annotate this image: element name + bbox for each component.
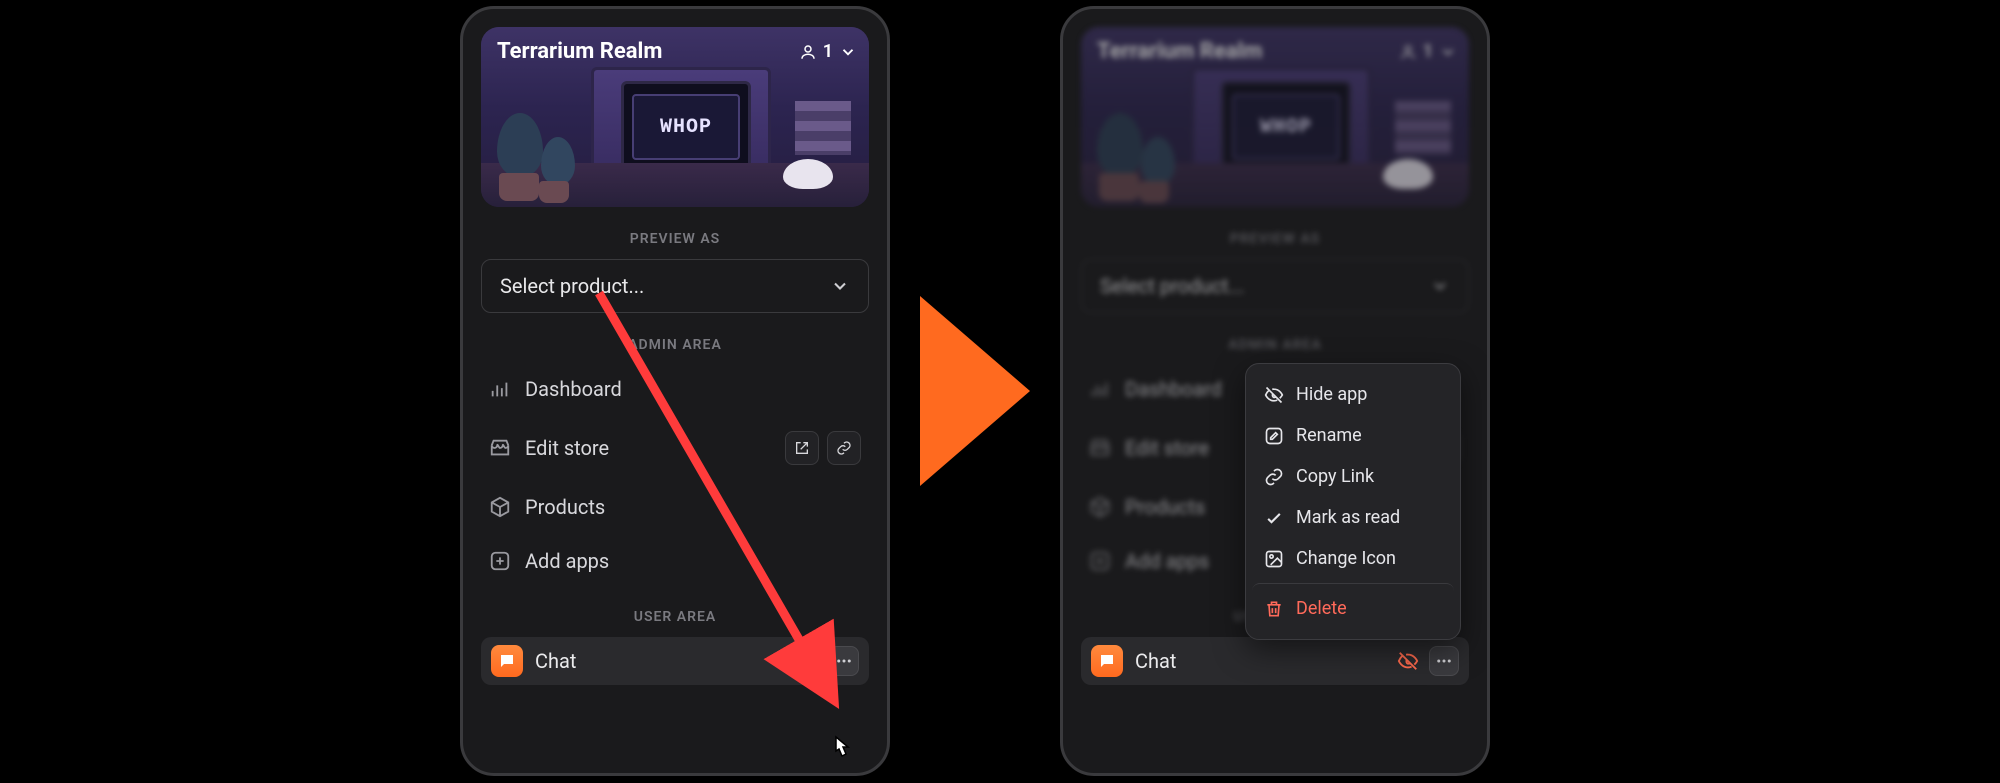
ctx-label: Copy Link	[1296, 466, 1374, 487]
community-header-card[interactable]: WHOP Terrarium Realm 1	[1081, 27, 1469, 207]
eye-off-icon	[797, 650, 819, 672]
link-icon	[1264, 467, 1284, 487]
nav-dashboard[interactable]: Dashboard	[481, 365, 869, 413]
cube-icon	[1089, 496, 1111, 518]
storefront-icon	[1089, 437, 1111, 459]
chevron-down-icon	[1439, 43, 1457, 61]
storefront-icon	[489, 437, 511, 459]
more-horizontal-icon	[835, 652, 853, 670]
chevron-down-icon	[839, 43, 857, 61]
trash-icon	[1264, 599, 1284, 619]
check-icon	[1264, 508, 1284, 528]
nav-label: Edit store	[1125, 436, 1209, 460]
chat-app-icon	[491, 645, 523, 677]
transition-arrow-icon	[920, 296, 1030, 486]
community-header-card[interactable]: WHOP Terrarium Realm 1	[481, 27, 869, 207]
hidden-indicator-icon	[1397, 650, 1419, 672]
admin-section-label: ADMIN AREA	[1081, 337, 1469, 353]
nav-label: Add apps	[525, 549, 609, 573]
ctx-rename[interactable]: Rename	[1252, 415, 1454, 456]
brand-logo: WHOP	[1232, 94, 1340, 160]
select-placeholder: Select product...	[1100, 274, 1244, 298]
nav-edit-store[interactable]: Edit store	[481, 419, 869, 477]
link-icon	[836, 440, 852, 456]
chat-label: Chat	[1135, 649, 1176, 673]
image-icon	[1264, 549, 1284, 569]
member-count: 1	[823, 41, 833, 62]
nav-add-apps[interactable]: Add apps	[481, 537, 869, 585]
sidebar-panel-before: WHOP Terrarium Realm 1 PREVIEW AS Select…	[460, 6, 890, 776]
chevron-down-icon	[1430, 276, 1450, 296]
person-icon	[1399, 43, 1417, 61]
community-title: Terrarium Realm	[497, 39, 662, 64]
more-horizontal-icon	[1435, 652, 1453, 670]
select-placeholder: Select product...	[500, 274, 644, 298]
hidden-indicator-icon	[797, 650, 819, 672]
bar-chart-icon	[489, 378, 511, 400]
chat-app-icon	[1091, 645, 1123, 677]
chat-label: Chat	[535, 649, 576, 673]
ctx-hide-app[interactable]: Hide app	[1252, 374, 1454, 415]
ctx-label: Rename	[1296, 425, 1362, 446]
app-more-button[interactable]	[829, 646, 859, 676]
plus-square-icon	[489, 550, 511, 572]
eye-off-icon	[1397, 650, 1419, 672]
chevron-down-icon	[830, 276, 850, 296]
user-app-chat[interactable]: Chat	[481, 637, 869, 685]
brand-logo: WHOP	[632, 94, 740, 160]
person-icon	[799, 43, 817, 61]
sidebar-panel-after: WHOP Terrarium Realm 1 PREVIEW AS	[1060, 6, 1490, 776]
preview-product-select[interactable]: Select product...	[1081, 259, 1469, 313]
pencil-icon	[1264, 426, 1284, 446]
ctx-label: Change Icon	[1296, 548, 1396, 569]
nav-label: Dashboard	[1125, 377, 1222, 401]
nav-label: Edit store	[525, 436, 609, 460]
nav-label: Add apps	[1125, 549, 1209, 573]
copy-link-button[interactable]	[827, 431, 861, 465]
member-count-dropdown[interactable]: 1	[1399, 41, 1457, 62]
eye-off-icon	[1264, 385, 1284, 405]
plus-square-icon	[1089, 550, 1111, 572]
ctx-delete[interactable]: Delete	[1252, 583, 1454, 629]
ctx-label: Delete	[1296, 598, 1347, 619]
ctx-label: Hide app	[1296, 384, 1367, 405]
nav-label: Products	[1125, 495, 1205, 519]
nav-label: Dashboard	[525, 377, 622, 401]
cursor-pointer-icon	[827, 733, 857, 767]
nav-label: Products	[525, 495, 605, 519]
cube-icon	[489, 496, 511, 518]
member-count: 1	[1423, 41, 1433, 62]
speech-bubble-icon	[1098, 652, 1116, 670]
external-link-icon	[794, 440, 810, 456]
community-title: Terrarium Realm	[1097, 39, 1262, 64]
admin-section-label: ADMIN AREA	[481, 337, 869, 353]
bar-chart-icon	[1089, 378, 1111, 400]
open-external-button[interactable]	[785, 431, 819, 465]
app-more-button[interactable]	[1429, 646, 1459, 676]
user-app-chat[interactable]: Chat	[1081, 637, 1469, 685]
ctx-mark-read[interactable]: Mark as read	[1252, 497, 1454, 538]
preview-section-label: PREVIEW AS	[481, 231, 869, 247]
nav-products[interactable]: Products	[481, 483, 869, 531]
user-section-label: USER AREA	[481, 609, 869, 625]
preview-product-select[interactable]: Select product...	[481, 259, 869, 313]
app-context-menu: Hide app Rename Copy Link Mark as read C…	[1245, 363, 1461, 640]
ctx-label: Mark as read	[1296, 507, 1400, 528]
member-count-dropdown[interactable]: 1	[799, 41, 857, 62]
ctx-change-icon[interactable]: Change Icon	[1252, 538, 1454, 579]
speech-bubble-icon	[498, 652, 516, 670]
preview-section-label: PREVIEW AS	[1081, 231, 1469, 247]
ctx-copy-link[interactable]: Copy Link	[1252, 456, 1454, 497]
